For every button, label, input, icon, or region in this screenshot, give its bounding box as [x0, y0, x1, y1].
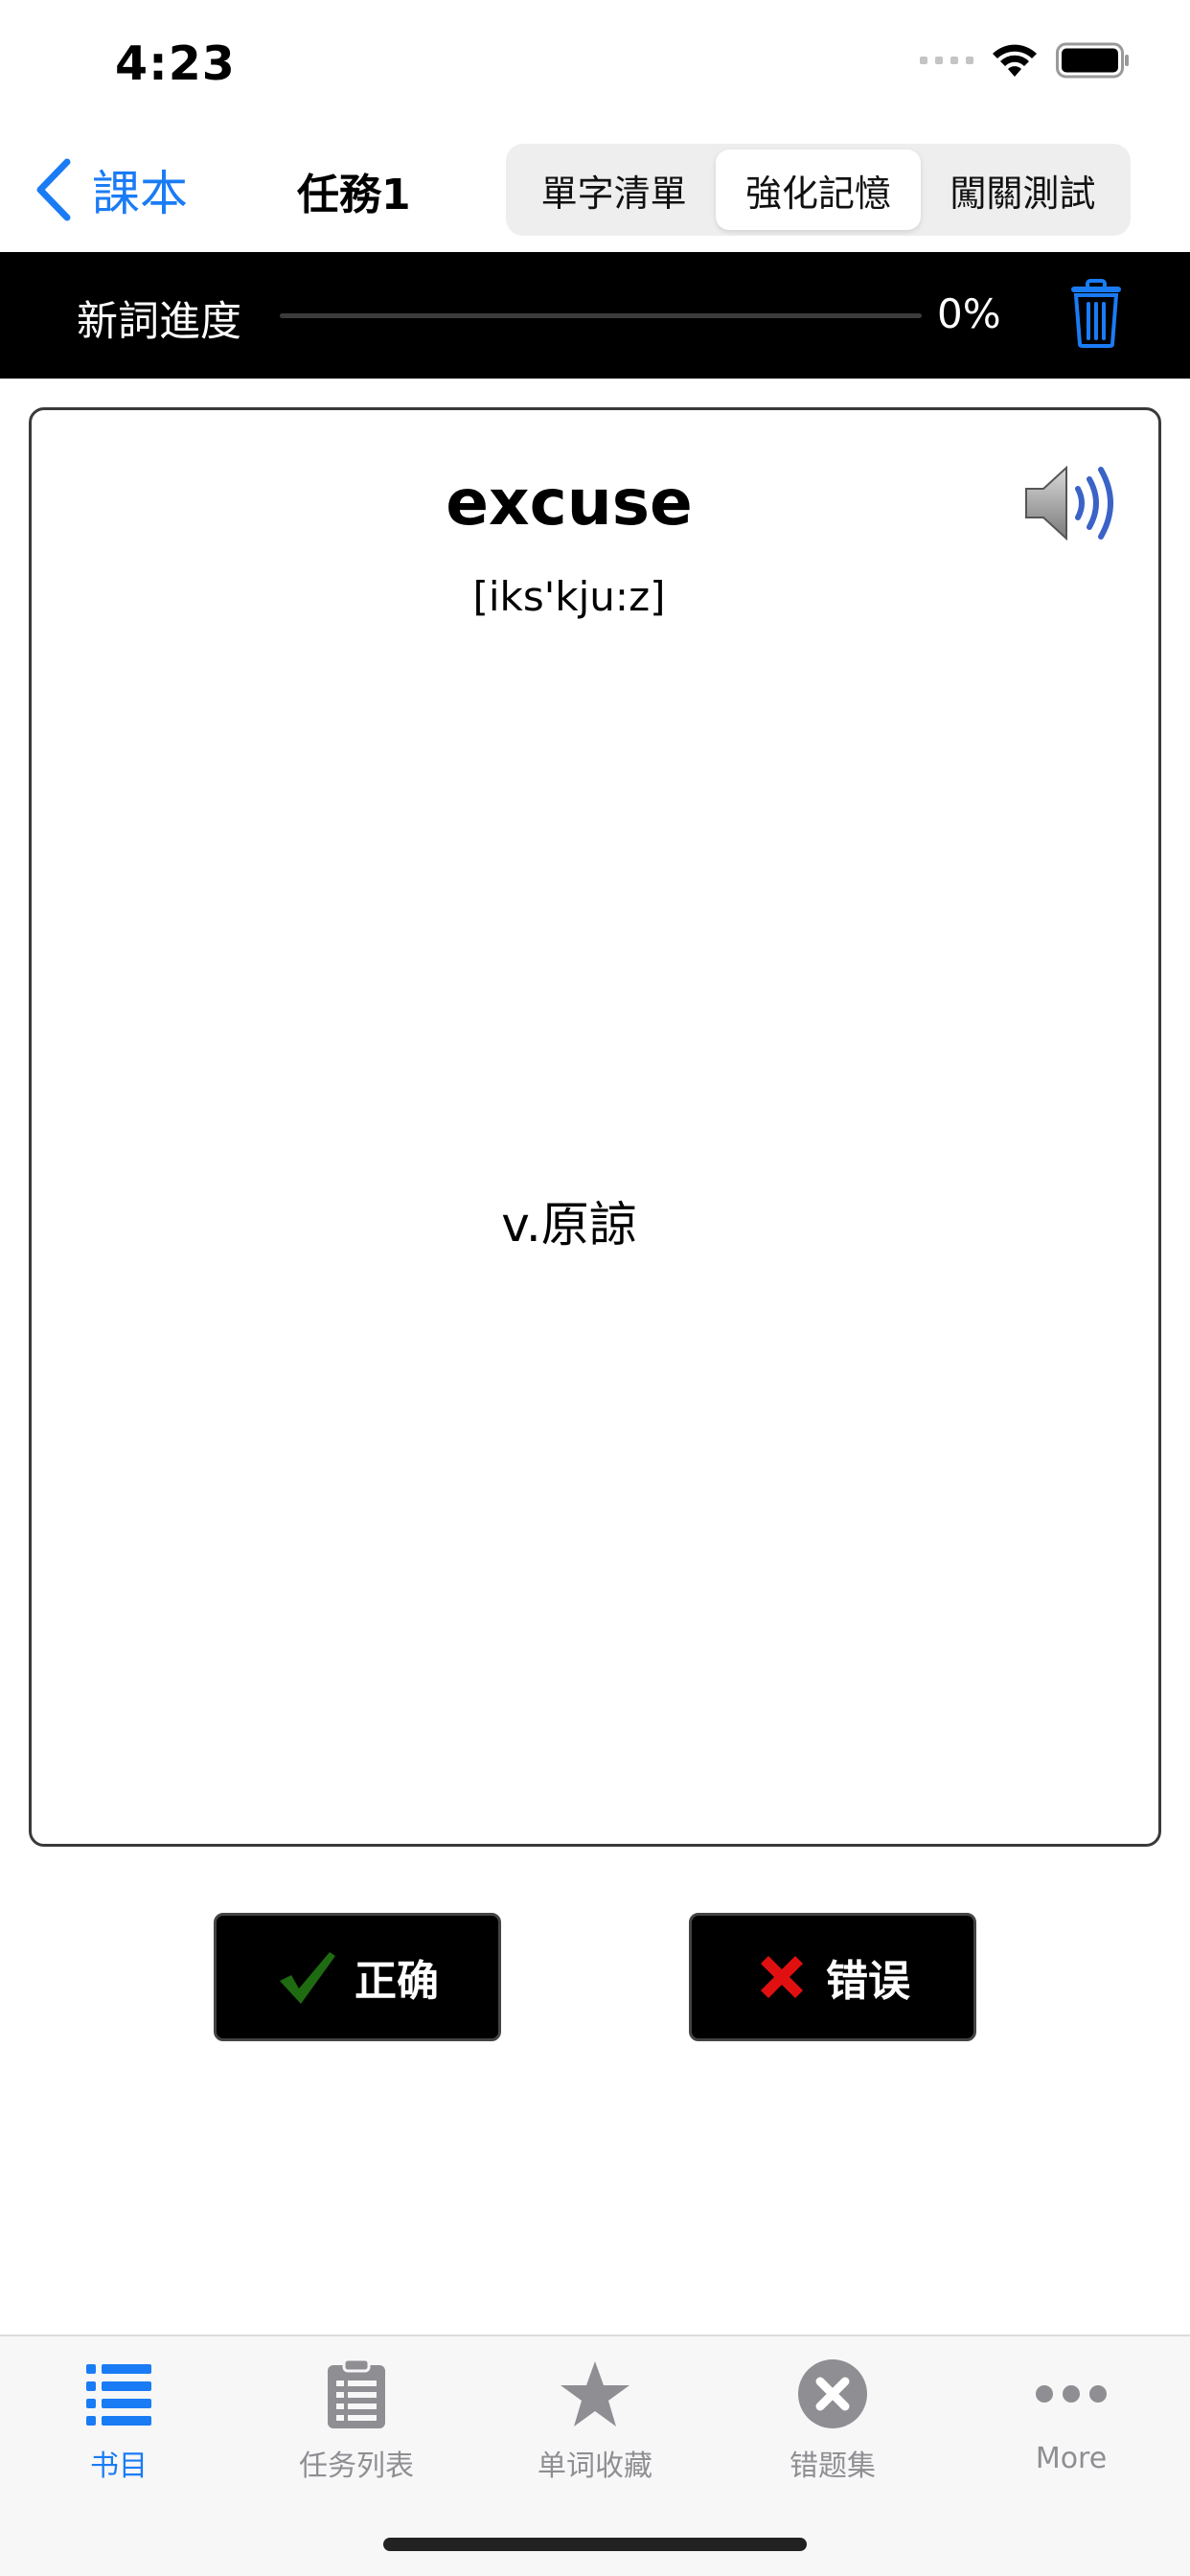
wrong-label: 错误	[826, 1957, 910, 2006]
correct-label: 正确	[355, 1957, 439, 2006]
tab-catalog[interactable]: 书目	[0, 2356, 238, 2499]
tab-word-favorites[interactable]: 单词收藏	[476, 2356, 714, 2499]
wrong-button[interactable]: 错误	[689, 1913, 976, 2041]
navigation-bar: 課本 任務1 單字清單 強化記憶 闖關測試	[0, 129, 1190, 252]
progress-label: 新詞進度	[77, 298, 241, 346]
wifi-icon	[993, 44, 1037, 77]
back-label: 課本	[92, 166, 188, 221]
phonetic-text: [iks'kju:z]	[472, 573, 666, 620]
speaker-icon[interactable]	[1022, 460, 1130, 546]
clipboard-icon	[328, 2358, 385, 2428]
tab-mistakes[interactable]: 错题集	[714, 2356, 951, 2499]
segment-reinforce-memory[interactable]: 強化記憶	[716, 150, 921, 230]
cellular-signal-icon	[920, 57, 973, 64]
page-title: 任務1	[297, 171, 411, 219]
progress-row: 新詞進度 0%	[0, 252, 1190, 379]
status-bar: 4:23	[0, 0, 1190, 129]
star-icon	[561, 2361, 629, 2426]
chevron-left-icon	[36, 158, 71, 221]
battery-icon	[1056, 42, 1129, 79]
home-indicator	[383, 2538, 807, 2551]
status-icons	[920, 42, 1131, 79]
status-time: 4:23	[115, 36, 236, 91]
tab-label: 书目	[90, 2450, 148, 2483]
progress-percent: 0%	[937, 290, 1001, 337]
tab-label: 单词收藏	[538, 2450, 652, 2483]
meaning-text: v.原諒	[501, 1197, 637, 1253]
trash-icon[interactable]	[1067, 279, 1125, 348]
tab-label: More	[1035, 2442, 1108, 2475]
cross-icon	[761, 1956, 803, 1998]
segment-level-test[interactable]: 闖關測試	[921, 150, 1125, 230]
tab-more[interactable]: More	[952, 2356, 1190, 2499]
progress-track	[280, 313, 922, 318]
word-card[interactable]: excuse [iks'kju:z] v.原諒	[29, 407, 1161, 1847]
back-button[interactable]: 課本	[34, 156, 188, 223]
tab-task-list[interactable]: 任务列表	[238, 2356, 475, 2499]
tab-label: 错题集	[790, 2450, 876, 2483]
correct-button[interactable]: 正确	[214, 1913, 501, 2041]
more-dots-icon	[1036, 2385, 1107, 2403]
segment-word-list[interactable]: 單字清單	[512, 150, 716, 230]
x-circle-icon	[798, 2359, 867, 2428]
tab-label: 任务列表	[299, 2450, 414, 2483]
mode-segmented-control: 單字清單 強化記憶 闖關測試	[506, 144, 1131, 236]
list-icon	[86, 2364, 151, 2426]
word-text: excuse	[446, 466, 693, 540]
checkmark-icon	[280, 1952, 335, 2004]
